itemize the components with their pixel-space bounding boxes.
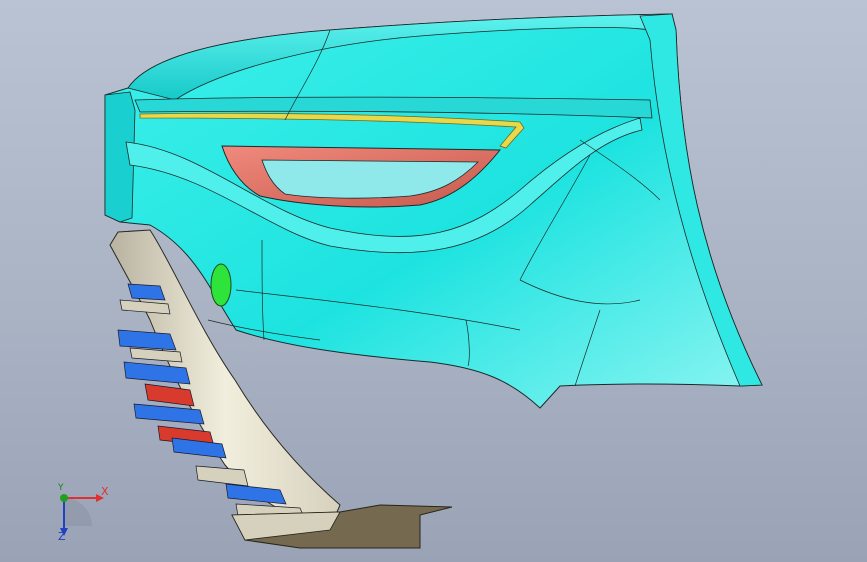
triad-shadow [64,498,92,526]
y-axis-dot [60,494,68,502]
side-reflector[interactable] [210,263,232,307]
y-axis-label: Y [58,483,64,493]
x-axis-label: X [101,485,109,498]
cad-viewport[interactable]: X Y Z [0,0,867,562]
z-axis-label: Z [58,530,66,543]
bumper-3d-model[interactable] [0,0,867,562]
